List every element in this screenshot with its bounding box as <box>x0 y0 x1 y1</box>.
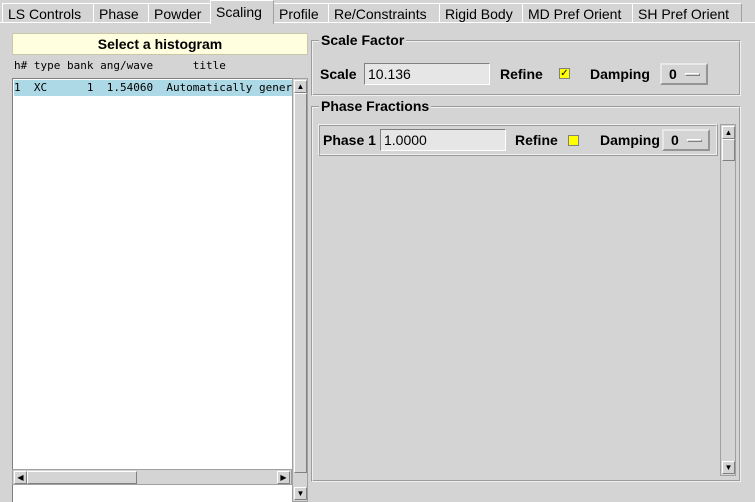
tab-scaling[interactable]: Scaling <box>210 0 274 24</box>
histogram-column-headers: h# type bank ang/wave title <box>14 59 226 72</box>
scrollbar-thumb[interactable] <box>722 139 735 161</box>
scroll-left-arrow-icon[interactable]: ◀ <box>14 471 27 484</box>
phase-fractions-scrollbar[interactable]: ▲ ▼ <box>720 124 736 476</box>
histogram-panel: Select a histogram h# type bank ang/wave… <box>10 32 308 502</box>
histogram-list[interactable]: 1 XC 1 1.54060 Automatically generated <box>12 78 294 502</box>
histogram-vertical-scrollbar[interactable]: ▲ ▼ <box>292 78 308 502</box>
menu-indicator-icon <box>687 139 702 142</box>
phase-refine-checkbox[interactable] <box>568 135 579 146</box>
scale-damping-menu[interactable]: 0 <box>660 63 708 85</box>
tab-sh-pref-orient[interactable]: SH Pref Orient <box>632 3 742 23</box>
scale-damping-value: 0 <box>669 66 677 82</box>
scale-factor-group: Scale Factor Scale 10.136 Refine ✓ Dampi… <box>311 32 741 96</box>
scroll-up-arrow-icon[interactable]: ▲ <box>722 126 735 139</box>
phase-damping-label: Damping <box>600 132 660 148</box>
tab-phase[interactable]: Phase <box>93 3 149 23</box>
menu-indicator-icon <box>685 73 700 76</box>
scroll-down-arrow-icon[interactable]: ▼ <box>294 487 307 500</box>
scale-refine-checkbox[interactable]: ✓ <box>559 68 570 79</box>
scroll-up-arrow-icon[interactable]: ▲ <box>294 80 307 93</box>
tab-re-constraints[interactable]: Re/Constraints <box>328 3 440 23</box>
scale-input[interactable]: 10.136 <box>364 63 490 85</box>
phase-refine-label: Refine <box>515 132 558 148</box>
histogram-title: Select a histogram <box>12 33 308 55</box>
phase-damping-menu[interactable]: 0 <box>662 129 710 151</box>
tab-bar: LS Controls Phase Powder Scaling Profile… <box>0 0 755 24</box>
scrollbar-thumb[interactable] <box>294 93 307 473</box>
phase-damping-value: 0 <box>671 132 679 148</box>
tab-ls-controls[interactable]: LS Controls <box>2 3 94 23</box>
phase-fractions-title: Phase Fractions <box>319 98 432 114</box>
check-icon: ✓ <box>560 68 569 79</box>
phase-label: Phase 1 <box>323 132 376 148</box>
scale-refine-label: Refine <box>500 66 543 82</box>
scale-label: Scale <box>320 66 357 82</box>
histogram-horizontal-scrollbar[interactable]: ◀ ▶ <box>12 469 292 485</box>
scroll-down-arrow-icon[interactable]: ▼ <box>722 461 735 474</box>
histogram-row[interactable]: 1 XC 1 1.54060 Automatically generated <box>14 80 294 96</box>
phase-fractions-group: Phase Fractions Phase 1 1.0000 Refine Da… <box>311 98 741 482</box>
phase-fraction-input[interactable]: 1.0000 <box>380 129 506 151</box>
tab-rigid-body[interactable]: Rigid Body <box>439 3 523 23</box>
scroll-right-arrow-icon[interactable]: ▶ <box>277 471 290 484</box>
tab-md-pref-orient[interactable]: MD Pref Orient <box>522 3 633 23</box>
scale-factor-title: Scale Factor <box>319 32 407 48</box>
phase-row: Phase 1 1.0000 Refine Damping 0 <box>318 124 718 156</box>
tab-powder[interactable]: Powder <box>148 3 211 23</box>
scale-damping-label: Damping <box>590 66 650 82</box>
tab-profile[interactable]: Profile <box>273 3 329 23</box>
horizontal-scrollbar-thumb[interactable] <box>27 471 137 484</box>
